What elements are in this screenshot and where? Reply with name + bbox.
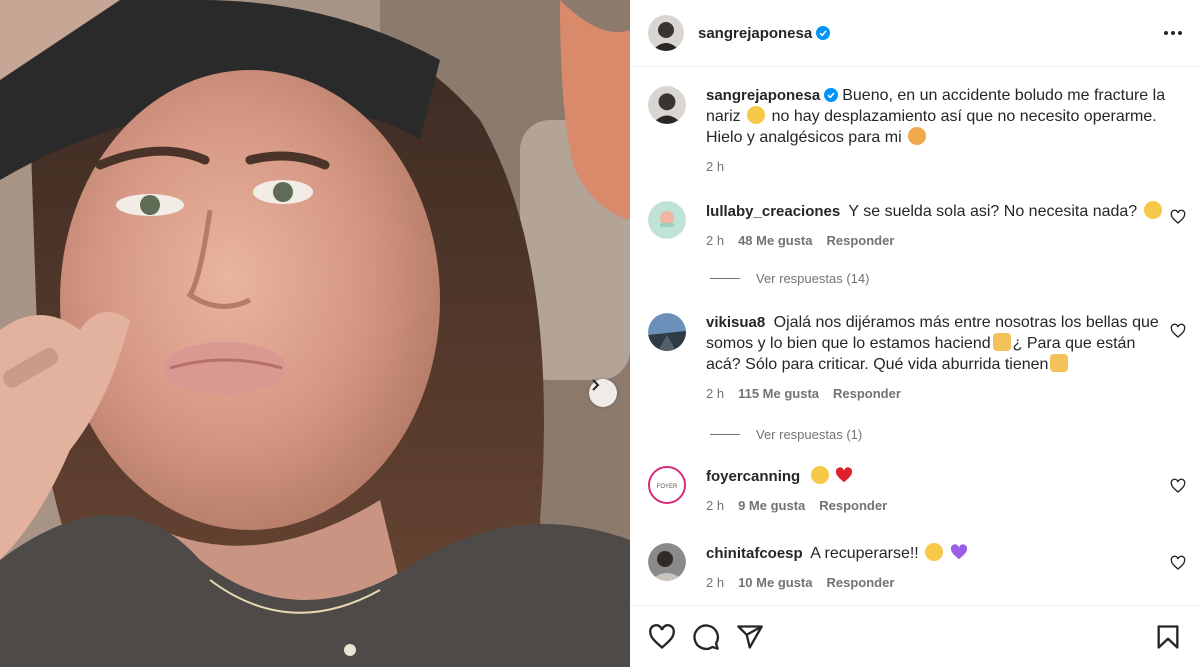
- view-replies-button[interactable]: Ver respuestas (1): [710, 427, 862, 442]
- heart-icon[interactable]: [1170, 209, 1186, 225]
- pointing-hand-emoji-icon: [992, 333, 1011, 351]
- share-icon[interactable]: [736, 623, 764, 651]
- verified-badge-icon: [824, 88, 839, 102]
- comment-body: lullaby_creaciones Y se suelda sola asi?…: [706, 201, 1174, 251]
- post-actions-bar: [630, 605, 1200, 667]
- comment-username[interactable]: lullaby_creaciones: [706, 203, 840, 220]
- purple-heart-emoji-icon: [950, 544, 967, 560]
- next-media-button[interactable]: [589, 379, 617, 407]
- reply-button[interactable]: Responder: [827, 231, 895, 251]
- comment-body: vikisua8 Ojalá nos dijéramos más entre n…: [706, 313, 1174, 404]
- comment-likes[interactable]: 9 Me gusta: [738, 496, 805, 516]
- heart-icon[interactable]: [1170, 478, 1186, 494]
- avatar-image: [648, 15, 684, 51]
- comment-text: A recuperarse!!: [810, 545, 919, 562]
- chevron-right-icon: [592, 379, 600, 391]
- view-replies-label: Ver respuestas (14): [756, 271, 870, 286]
- more-options-icon: [1171, 31, 1175, 35]
- bookmark-icon[interactable]: [1154, 623, 1182, 651]
- divider-line: [710, 278, 740, 279]
- comment-likes[interactable]: 48 Me gusta: [738, 231, 812, 251]
- heart-icon[interactable]: [1170, 555, 1186, 571]
- caption-time[interactable]: 2 h: [706, 157, 724, 177]
- post-photo: [0, 0, 630, 667]
- comment-icon[interactable]: [692, 623, 720, 651]
- comment-likes[interactable]: 115 Me gusta: [738, 384, 819, 404]
- comment-time[interactable]: 2 h: [706, 573, 724, 593]
- comment-time[interactable]: 2 h: [706, 384, 724, 404]
- heart-icon[interactable]: [1170, 323, 1186, 339]
- view-replies-label: Ver respuestas (1): [756, 427, 863, 442]
- commenter-avatar[interactable]: [648, 313, 686, 351]
- avatar-image: [648, 201, 686, 239]
- avatar-logo-text: FOYER: [657, 484, 678, 490]
- author-username[interactable]: sangrejaponesa: [698, 25, 812, 42]
- comment-meta: 2 h 115 Me gusta Responder: [706, 384, 1174, 404]
- confounded-emoji-icon: [908, 127, 927, 145]
- comment-item: chinitafcoesp A recuperarse!! 2 h 10 Me …: [648, 543, 1188, 593]
- comment-meta: 2 h 9 Me gusta Responder: [706, 496, 1174, 516]
- comment-body: foyercanning 2 h 9 Me gusta Responder: [706, 466, 1174, 516]
- pleading-emoji-icon: [925, 543, 944, 561]
- divider-line: [710, 434, 740, 435]
- reply-button[interactable]: Responder: [819, 496, 887, 516]
- reply-button[interactable]: Responder: [827, 573, 895, 593]
- comment-username[interactable]: vikisua8: [706, 314, 765, 331]
- caption-text-2: no hay desplazamiento así que no necesit…: [706, 108, 1157, 146]
- comment-body: chinitafcoesp A recuperarse!! 2 h 10 Me …: [706, 543, 1174, 593]
- commenter-avatar[interactable]: [648, 201, 686, 239]
- caption-body: sangrejaponesa Bueno, en un accidente bo…: [706, 86, 1174, 177]
- heart-icon[interactable]: [648, 623, 676, 651]
- avatar-image: [648, 543, 686, 581]
- caption-username[interactable]: sangrejaponesa: [706, 87, 820, 104]
- avatar-image: [648, 86, 686, 124]
- comment-item: FOYER foyercanning 2 h 9 Me gusta Respon…: [648, 466, 1188, 516]
- comment-likes[interactable]: 10 Me gusta: [738, 573, 812, 593]
- star-struck-emoji-icon: [810, 466, 829, 484]
- author-avatar[interactable]: [648, 86, 686, 124]
- comment-item: vikisua8 Ojalá nos dijéramos más entre n…: [648, 313, 1188, 404]
- sad-tear-emoji-icon: [747, 106, 766, 124]
- middle-finger-emoji-icon: [1050, 354, 1069, 372]
- post-header: sangrejaponesa: [630, 0, 1200, 67]
- comment-time[interactable]: 2 h: [706, 496, 724, 516]
- comments-list[interactable]: sangrejaponesa Bueno, en un accidente bo…: [630, 68, 1200, 605]
- more-options-button[interactable]: [1164, 23, 1182, 43]
- post-media[interactable]: [0, 0, 630, 667]
- more-options-icon: [1178, 31, 1182, 35]
- thinking-emoji-icon: [1143, 201, 1162, 219]
- avatar-image: FOYER: [650, 468, 684, 502]
- red-heart-emoji-icon: [836, 467, 853, 483]
- post-caption: sangrejaponesa Bueno, en un accidente bo…: [648, 86, 1188, 177]
- comment-username[interactable]: foyercanning: [706, 468, 800, 485]
- commenter-avatar[interactable]: [648, 543, 686, 581]
- comment-username[interactable]: chinitafcoesp: [706, 545, 803, 562]
- author-avatar[interactable]: [648, 15, 684, 51]
- comment-item: lullaby_creaciones Y se suelda sola asi?…: [648, 201, 1188, 251]
- verified-badge-icon: [816, 26, 831, 40]
- reply-button[interactable]: Responder: [833, 384, 901, 404]
- comment-meta: 2 h 10 Me gusta Responder: [706, 573, 1174, 593]
- comment-meta: 2 h 48 Me gusta Responder: [706, 231, 1174, 251]
- avatar-image: [648, 313, 686, 351]
- commenter-avatar[interactable]: FOYER: [648, 466, 686, 504]
- comment-text: Y se suelda sola asi? No necesita nada?: [848, 203, 1138, 220]
- caption-meta: 2 h: [706, 157, 1174, 177]
- more-options-icon: [1164, 31, 1168, 35]
- comment-time[interactable]: 2 h: [706, 231, 724, 251]
- view-replies-button[interactable]: Ver respuestas (14): [710, 271, 869, 286]
- post-panel: sangrejaponesa sangrejaponesa Bueno, en …: [630, 0, 1200, 667]
